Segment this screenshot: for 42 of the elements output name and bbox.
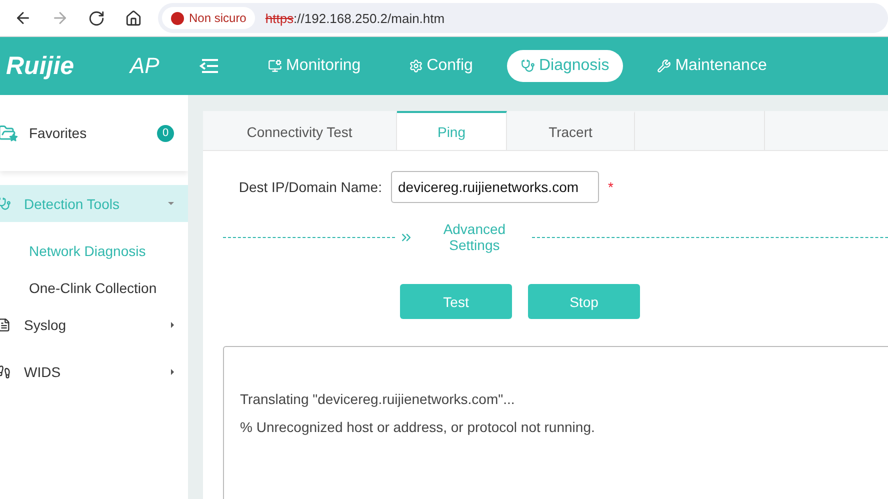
required-mark: *: [608, 179, 614, 195]
output-line: Translating "devicereg.ruijienetworks.com"...: [240, 391, 516, 407]
favorites-item[interactable]: Favorites 0: [0, 95, 188, 171]
caret-icon: [171, 368, 174, 374]
stethoscope-icon: [520, 59, 535, 73]
product-name: AP: [130, 53, 160, 79]
home-icon[interactable]: [125, 10, 142, 26]
caret-icon: [171, 322, 174, 328]
count-badge: 0: [157, 124, 174, 142]
menu-toggle-icon[interactable]: [198, 58, 220, 74]
field-label: Dest IP/Domain Name:: [238, 179, 383, 195]
sidebar-item[interactable]: Syslog: [0, 306, 188, 343]
nav-tab[interactable]: Maintenance: [643, 50, 781, 82]
tab[interactable]: Tracert: [507, 111, 635, 150]
logo: Ruijie: [5, 52, 76, 80]
warning-icon: [171, 12, 184, 24]
caret-icon: [168, 202, 174, 205]
sidebar-item[interactable]: WIDS: [0, 353, 188, 390]
sidebar-item[interactable]: Detection Tools: [0, 185, 188, 222]
reload-icon[interactable]: [88, 10, 105, 26]
folder-star-icon: [0, 124, 16, 142]
nav-tab[interactable]: Diagnosis: [506, 50, 624, 82]
stethoscope-icon: [0, 196, 11, 210]
settings-icon: [408, 59, 423, 73]
document-icon: [0, 318, 11, 332]
security-chip[interactable]: Non sicuro: [162, 7, 256, 29]
url-scheme: https: [265, 10, 294, 26]
address-bar[interactable]: Non sicuro https://192.168.250.2/main.htm: [158, 3, 888, 33]
tab[interactable]: Ping: [397, 111, 507, 150]
monitor-icon: [268, 59, 282, 73]
test-button[interactable]: Test: [400, 284, 512, 319]
sidebar-subitem[interactable]: Network Diagnosis: [0, 232, 188, 269]
stop-button[interactable]: Stop: [528, 284, 640, 319]
nav-tab[interactable]: Monitoring: [254, 50, 375, 82]
output-line: % Unrecognized host or address, or protocol not running.: [240, 419, 596, 435]
footprints-icon: [0, 364, 11, 378]
sidebar-subitem[interactable]: One-Clink Collection: [0, 269, 188, 306]
url-text: ://192.168.250.2/main.htm: [294, 10, 445, 26]
advanced-settings-link[interactable]: Advanced Settings: [394, 221, 532, 253]
input-field[interactable]: devicereg.ruijienetworks.com: [391, 171, 599, 203]
wrench-icon: [657, 59, 672, 73]
nav-tab[interactable]: Config: [394, 50, 487, 82]
